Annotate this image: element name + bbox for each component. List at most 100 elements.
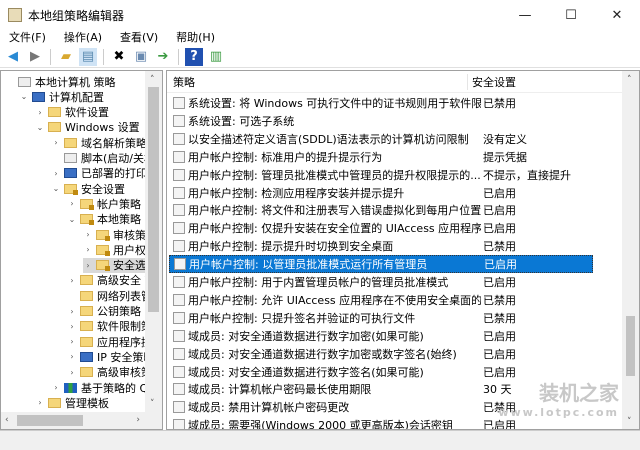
- chevron-icon[interactable]: ›: [67, 276, 77, 285]
- chevron-icon[interactable]: ›: [67, 352, 77, 361]
- policy-name: 域成员: 对安全通道数据进行数字签名(如果可能): [188, 365, 424, 379]
- policy-row[interactable]: 用户帐户控制: 检测应用程序安装并提示提升 已启用: [169, 184, 593, 202]
- scroll-right-icon[interactable]: ›: [136, 415, 140, 425]
- scrollbar-thumb[interactable]: [148, 87, 159, 312]
- chevron-icon[interactable]: ›: [35, 398, 45, 407]
- column-header-setting[interactable]: 安全设置: [467, 73, 587, 90]
- policy-icon: [173, 365, 185, 378]
- tree-item[interactable]: › 已部署的打印机: [51, 166, 158, 181]
- column-header-policy[interactable]: 策略: [167, 74, 467, 90]
- scrollbar-thumb[interactable]: [626, 316, 635, 376]
- policy-setting: 已禁用: [483, 240, 516, 254]
- back-arrow-icon[interactable]: ◀: [4, 48, 22, 66]
- chevron-icon[interactable]: ›: [67, 199, 77, 208]
- policy-setting: 已启用: [483, 365, 516, 379]
- tree-item[interactable]: ⌄ 本地策略: [67, 212, 141, 227]
- tree-item[interactable]: 本地计算机 策略: [5, 74, 116, 89]
- tree-item[interactable]: › 帐户策略: [67, 196, 141, 211]
- folder-icon: [48, 397, 61, 408]
- chevron-icon[interactable]: ›: [67, 307, 77, 316]
- forward-arrow-icon[interactable]: ▶: [26, 48, 44, 66]
- show-hide-tree-icon[interactable]: ▤: [79, 47, 97, 66]
- policy-setting: 已启用: [483, 186, 516, 200]
- help-icon[interactable]: ?: [185, 47, 203, 66]
- policy-setting: 已禁用: [483, 293, 516, 307]
- policy-name: 域成员: 需要强(Windows 2000 或更高版本)会话密钥: [188, 419, 453, 430]
- policy-row[interactable]: 域成员: 对安全通道数据进行数字加密(如果可能) 已启用: [169, 327, 593, 345]
- policy-row[interactable]: 用户帐户控制: 将文件和注册表写入错误虚拟化到每用户位置 已启用: [169, 201, 593, 219]
- up-folder-icon[interactable]: ▰: [57, 48, 75, 66]
- folder-icon: [48, 107, 61, 118]
- scroll-up-icon[interactable]: ˄: [150, 75, 155, 85]
- policy-row[interactable]: 用户帐户控制: 提示提升时切换到安全桌面 已禁用: [169, 237, 593, 255]
- scroll-left-icon[interactable]: ‹: [5, 415, 9, 425]
- chevron-icon[interactable]: ⌄: [67, 215, 77, 224]
- chevron-icon[interactable]: ⌄: [35, 123, 45, 132]
- tree-item[interactable]: › 软件设置: [35, 105, 109, 120]
- tree-item-label: 帐户策略: [97, 197, 141, 211]
- chevron-icon[interactable]: ›: [83, 245, 93, 254]
- policy-setting: 已启用: [483, 347, 516, 361]
- tree-item[interactable]: ⌄ 计算机配置: [19, 89, 104, 104]
- properties-icon[interactable]: ▣: [132, 48, 150, 66]
- tree-item[interactable]: 脚本(启动/关机): [51, 151, 159, 166]
- chevron-icon[interactable]: ›: [67, 322, 77, 331]
- chevron-icon[interactable]: ›: [83, 261, 93, 270]
- chevron-icon[interactable]: ⌄: [19, 92, 29, 101]
- scroll-up-icon[interactable]: ˄: [627, 75, 632, 85]
- folder-icon: [80, 367, 93, 378]
- policy-row[interactable]: 域成员: 对安全通道数据进行数字加密或数字签名(始终) 已启用: [169, 345, 593, 363]
- delete-icon[interactable]: ✖: [110, 48, 128, 66]
- tree-item[interactable]: ⌄ Windows 设置: [35, 120, 140, 135]
- policy-row[interactable]: 域成员: 对安全通道数据进行数字签名(如果可能) 已启用: [169, 363, 593, 381]
- menu-file[interactable]: 文件(F): [0, 30, 55, 46]
- folder-icon: [80, 306, 93, 316]
- tree-item[interactable]: › 域名解析策略: [51, 135, 147, 150]
- policy-icon: [173, 97, 185, 109]
- close-button[interactable]: ✕: [594, 0, 640, 30]
- menu-action[interactable]: 操作(A): [55, 30, 111, 46]
- scroll-down-icon[interactable]: ˅: [150, 399, 155, 409]
- menu-view[interactable]: 查看(V): [111, 30, 167, 46]
- tree-item[interactable]: › 管理模板: [35, 395, 109, 410]
- policy-row[interactable]: 用户帐户控制: 仅提升安装在安全位置的 UIAccess 应用程序 已启用: [169, 219, 593, 237]
- policy-row[interactable]: 用户帐户控制: 用于内置管理员帐户的管理员批准模式 已启用: [169, 273, 593, 291]
- chevron-icon[interactable]: ›: [51, 138, 61, 147]
- tree-item[interactable]: › 公钥策略: [67, 304, 141, 319]
- policy-row[interactable]: 用户帐户控制: 以管理员批准模式运行所有管理员 已启用: [169, 255, 593, 274]
- chevron-icon[interactable]: ›: [67, 368, 77, 377]
- minimize-button[interactable]: —: [502, 0, 548, 30]
- tree-horizontal-scrollbar[interactable]: ‹ ›: [1, 412, 162, 429]
- policy-icon: [173, 401, 185, 414]
- maximize-button[interactable]: ☐: [548, 0, 594, 30]
- chevron-icon[interactable]: ›: [51, 383, 61, 392]
- menu-help[interactable]: 帮助(H): [167, 30, 224, 46]
- policy-row[interactable]: 用户帐户控制: 管理员批准模式中管理员的提升权限提示的... 不提示，直接提升: [169, 166, 593, 184]
- toolbar: ◀ ▶ ▰ ▤ ✖ ▣ ➔ ? ▥: [0, 46, 640, 68]
- chevron-icon[interactable]: ›: [67, 337, 77, 346]
- policy-row[interactable]: 系统设置: 可选子系统: [169, 112, 593, 130]
- policy-name: 域成员: 禁用计算机帐户密码更改: [188, 401, 350, 415]
- list-vertical-scrollbar[interactable]: ˄ ˅: [622, 71, 639, 429]
- tree-item[interactable]: ⌄ 安全设置: [51, 181, 125, 196]
- scroll-down-icon[interactable]: ˅: [627, 417, 632, 427]
- doc-icon: [18, 76, 31, 87]
- folder-icon: [64, 137, 77, 148]
- policy-name: 用户帐户控制: 仅提升安装在安全位置的 UIAccess 应用程序: [188, 222, 481, 236]
- scrollbar-thumb[interactable]: [17, 415, 83, 426]
- policy-icon: [173, 419, 185, 429]
- policy-row[interactable]: 用户帐户控制: 只提升签名并验证的可执行文件 已禁用: [169, 309, 593, 327]
- tree-vertical-scrollbar[interactable]: ˄ ˅: [145, 71, 162, 413]
- export-list-icon[interactable]: ➔: [154, 48, 172, 66]
- policy-row[interactable]: 用户帐户控制: 允许 UIAccess 应用程序在不使用安全桌面的... 已禁用: [169, 291, 593, 309]
- chevron-icon[interactable]: ⌄: [51, 184, 61, 193]
- action-pane-icon[interactable]: ▥: [207, 48, 225, 66]
- policy-row[interactable]: 用户帐户控制: 标准用户的提升提示行为 提示凭据: [169, 148, 593, 166]
- chevron-icon[interactable]: ›: [51, 169, 61, 178]
- policy-row[interactable]: 以安全描述符定义语言(SDDL)语法表示的计算机访问限制 没有定义: [169, 130, 593, 148]
- pc-icon: [64, 168, 77, 179]
- tree-item-label: Windows 设置: [65, 121, 140, 135]
- policy-row[interactable]: 系统设置: 将 Windows 可执行文件中的证书规则用于软件限... 已禁用: [169, 94, 593, 112]
- chevron-icon[interactable]: ›: [35, 108, 45, 117]
- chevron-icon[interactable]: ›: [83, 230, 93, 239]
